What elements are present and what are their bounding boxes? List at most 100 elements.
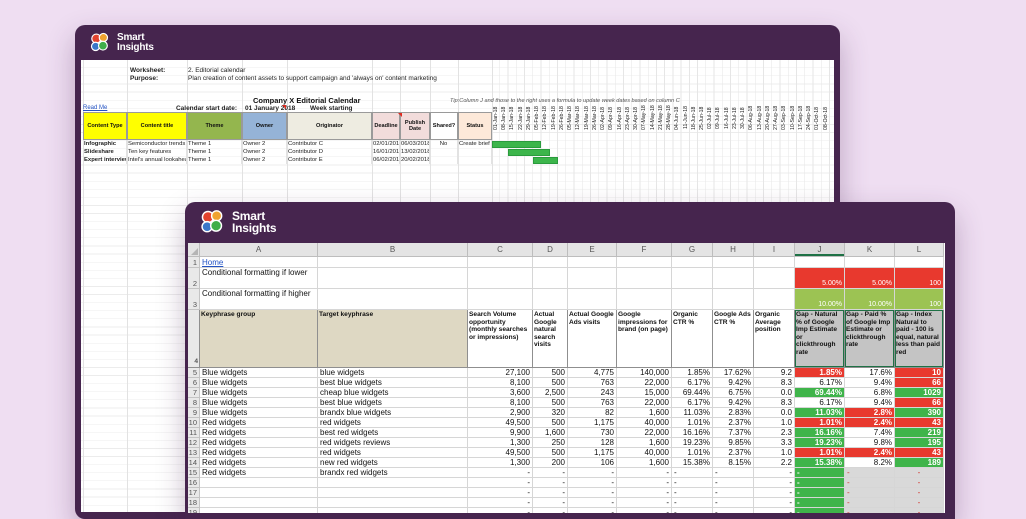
cell-g16[interactable]: - [672,478,713,488]
cell-j6[interactable]: 6.17% [795,378,845,388]
cell[interactable] [318,289,468,310]
cell[interactable] [845,257,895,268]
cell[interactable]: 13/02/2018 [400,148,430,156]
cell-i14[interactable]: 2.2 [754,458,795,468]
cell-d12[interactable]: 250 [533,438,568,448]
cell-e9[interactable]: 82 [568,408,617,418]
cell-b17[interactable] [318,488,468,498]
cell[interactable]: Infographic [83,140,127,148]
cell-c19[interactable]: - [468,508,533,513]
cell[interactable] [568,268,617,289]
cell-a13[interactable]: Red widgets [200,448,318,458]
cell[interactable]: Slideshare [83,148,127,156]
cell-k17[interactable]: - [845,488,895,498]
row-number[interactable]: 9 [188,408,200,418]
cell-d15[interactable]: - [533,468,568,478]
row-number[interactable]: 12 [188,438,200,448]
cell-f19[interactable]: - [617,508,672,513]
row-number[interactable]: 10 [188,418,200,428]
cell-e15[interactable]: - [568,468,617,478]
calendar-column-header-content-type[interactable]: Content Type [83,112,127,140]
cell-l17[interactable]: - [895,488,944,498]
column-letter-k[interactable]: K [845,243,895,257]
cell-l19[interactable]: - [895,508,944,513]
cell-a12[interactable]: Red widgets [200,438,318,448]
cell-c11[interactable]: 9,900 [468,428,533,438]
cell-k7[interactable]: 6.8% [845,388,895,398]
cell-h9[interactable]: 2.83% [713,408,754,418]
cell-a8[interactable]: Blue widgets [200,398,318,408]
column-letter-h[interactable]: H [713,243,754,257]
cell[interactable] [468,289,533,310]
cell-g7[interactable]: 69.44% [672,388,713,398]
calendar-column-header-content-title[interactable]: Content title [127,112,187,140]
header-keyphrase-group[interactable]: Keyphrase group [200,310,318,368]
column-letter-e[interactable]: E [568,243,617,257]
cell-l11[interactable]: 219 [895,428,944,438]
row-number[interactable]: 11 [188,428,200,438]
cell[interactable] [468,268,533,289]
row-number[interactable]: 6 [188,378,200,388]
cell-f6[interactable]: 22,000 [617,378,672,388]
cell-e17[interactable]: - [568,488,617,498]
cell-a18[interactable] [200,498,318,508]
cell-g13[interactable]: 1.01% [672,448,713,458]
cell[interactable] [713,268,754,289]
cell-e16[interactable]: - [568,478,617,488]
row-number[interactable]: 13 [188,448,200,458]
cell-j12[interactable]: 19.23% [795,438,845,448]
cell-i7[interactable]: 0.0 [754,388,795,398]
gantt-bar[interactable] [492,141,541,148]
cell[interactable]: Create brief [458,140,492,148]
threshold-higher-j[interactable]: 10.00% [795,289,845,310]
cell[interactable] [754,289,795,310]
cell-a14[interactable]: Red widgets [200,458,318,468]
cell[interactable] [713,289,754,310]
cell-i16[interactable]: - [754,478,795,488]
row-number[interactable]: 16 [188,478,200,488]
cell[interactable] [318,268,468,289]
cell-g17[interactable]: - [672,488,713,498]
cell-l14[interactable]: 189 [895,458,944,468]
threshold-lower-k[interactable]: 5.00% [845,268,895,289]
cell-f16[interactable]: - [617,478,672,488]
cell-i10[interactable]: 1.0 [754,418,795,428]
cell-f17[interactable]: - [617,488,672,498]
cell-j5[interactable]: 1.85% [795,368,845,378]
cell-b14[interactable]: new red widgets [318,458,468,468]
cell-b12[interactable]: red widgets reviews [318,438,468,448]
row-number[interactable]: 5 [188,368,200,378]
cell-g14[interactable]: 15.38% [672,458,713,468]
column-letter-d[interactable]: D [533,243,568,257]
cell-k5[interactable]: 17.6% [845,368,895,378]
home-link[interactable]: Home [202,258,223,267]
threshold-lower-l[interactable]: 100 [895,268,944,289]
cell-e7[interactable]: 243 [568,388,617,398]
cell-c5[interactable]: 27,100 [468,368,533,378]
cell-d5[interactable]: 500 [533,368,568,378]
cell-b9[interactable]: brandx blue widgets [318,408,468,418]
cell-b15[interactable]: brandx red widgets [318,468,468,478]
cell-b13[interactable]: red widgets [318,448,468,458]
cell-f9[interactable]: 1,600 [617,408,672,418]
cell-d18[interactable]: - [533,498,568,508]
cell-e6[interactable]: 763 [568,378,617,388]
row-number[interactable]: 3 [188,289,200,310]
cell-e18[interactable]: - [568,498,617,508]
cell-f14[interactable]: 1,600 [617,458,672,468]
cell-l8[interactable]: 66 [895,398,944,408]
cell-f5[interactable]: 140,000 [617,368,672,378]
cell[interactable] [672,289,713,310]
cell-e8[interactable]: 763 [568,398,617,408]
cell[interactable] [754,268,795,289]
cell-a10[interactable]: Red widgets [200,418,318,428]
cell[interactable] [533,289,568,310]
row-number[interactable]: 8 [188,398,200,408]
cell-i15[interactable]: - [754,468,795,478]
cell-g15[interactable]: - [672,468,713,478]
cell-c13[interactable]: 49,500 [468,448,533,458]
cell-d16[interactable]: - [533,478,568,488]
cell-k10[interactable]: 2.4% [845,418,895,428]
cell[interactable] [318,257,468,268]
cell-f12[interactable]: 1,600 [617,438,672,448]
